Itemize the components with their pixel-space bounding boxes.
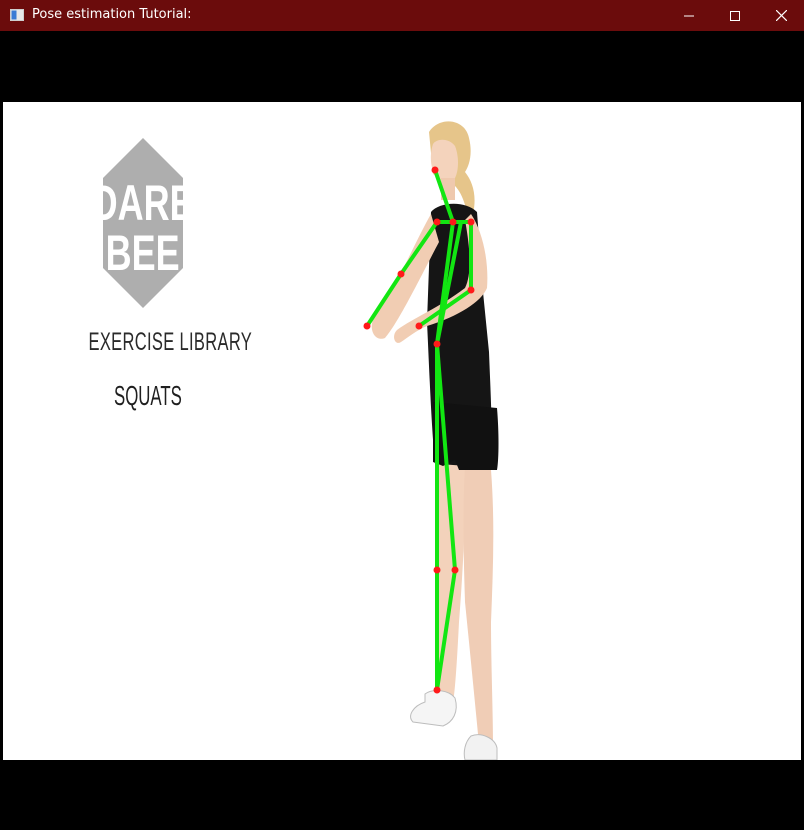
maximize-icon [730,10,740,21]
maximize-button[interactable] [712,0,758,31]
app-icon [10,9,24,21]
close-icon [775,10,787,21]
video-frame: DARE BEE EXERCISE LIBRARY SQUATS [3,102,801,760]
close-button[interactable] [758,0,804,31]
app-window: Pose estimation Tutorial: DARE BEE [0,0,804,830]
minimize-button[interactable] [666,0,712,31]
title-bar[interactable]: Pose estimation Tutorial: [0,0,804,31]
window-title: Pose estimation Tutorial: [32,7,192,22]
letterbox-bottom [3,760,801,830]
letterbox-top [3,31,801,102]
minimize-icon [684,15,694,16]
window-border-left [0,31,3,830]
pose-figure [363,121,499,760]
